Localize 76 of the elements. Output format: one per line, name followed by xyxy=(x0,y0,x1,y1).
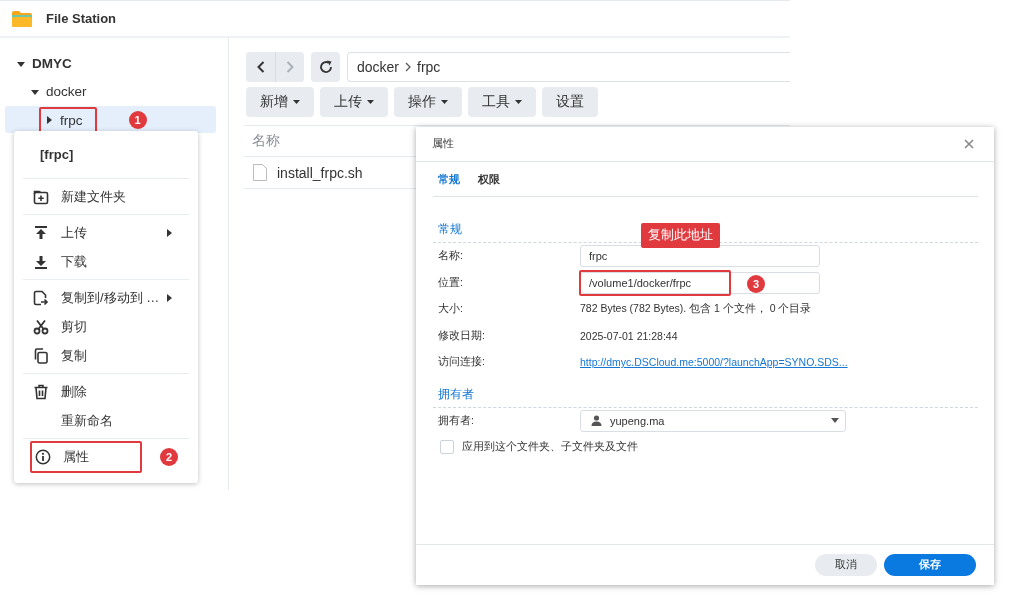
checkbox-label: 应用到这个文件夹、子文件夹及文件 xyxy=(462,440,638,455)
section-heading: 拥有者 xyxy=(433,375,978,408)
chevron-right-icon xyxy=(286,61,294,73)
menu-item[interactable]: 属性 xyxy=(30,440,142,473)
user-icon xyxy=(591,415,602,427)
refresh-icon xyxy=(318,60,333,74)
field-label: 拥有者: xyxy=(438,413,475,428)
dialog-title: 属性 xyxy=(432,137,454,151)
field-label: 位置: xyxy=(438,275,464,290)
caret-right-icon xyxy=(45,116,53,124)
add-folder-icon xyxy=(33,188,49,205)
toolbar-button[interactable]: 上传 xyxy=(320,87,388,117)
submenu-arrow-icon xyxy=(167,228,173,237)
dropdown[interactable]: yupeng.ma xyxy=(580,409,846,432)
copy-icon xyxy=(33,347,49,364)
step-badge: 3 xyxy=(747,274,765,293)
checkbox[interactable] xyxy=(440,440,454,455)
tree-item[interactable]: docker xyxy=(5,78,216,105)
tree-label: frpc xyxy=(60,112,83,128)
path-segment[interactable]: frpc xyxy=(417,59,441,75)
toolbar-button[interactable]: 新增 xyxy=(246,87,314,117)
field-value: 782 Bytes (782 Bytes). 包含 1 个文件， 0 个目录 xyxy=(580,302,812,317)
folder-icon xyxy=(11,9,33,28)
field-value: 2025-07-01 21:28:44 xyxy=(580,329,678,342)
path-field[interactable]: docker frpc xyxy=(347,52,790,82)
menu-item[interactable]: 删除 xyxy=(23,377,87,406)
tree-item[interactable]: DMYC xyxy=(5,50,216,77)
tab[interactable]: 常规 xyxy=(438,172,460,187)
tree-label: DMYC xyxy=(32,56,72,71)
menu-item[interactable]: 剪切 xyxy=(23,312,87,341)
menu-title: [frpc] xyxy=(39,146,75,164)
save-button[interactable]: 保存 xyxy=(884,554,976,576)
refresh-button[interactable] xyxy=(311,52,340,82)
chevron-right-icon xyxy=(405,62,412,72)
menu-item[interactable]: 下载 xyxy=(23,247,87,276)
caret-down-icon xyxy=(367,100,374,104)
menu-item[interactable]: 复制到/移动到 … xyxy=(23,283,160,312)
menu-item[interactable]: 新建文件夹 xyxy=(23,182,126,211)
close-icon xyxy=(964,139,974,149)
menu-item[interactable]: 上传 xyxy=(23,218,87,247)
caret-down-icon xyxy=(293,100,300,104)
download-icon xyxy=(33,253,49,270)
file-name: install_frpc.sh xyxy=(277,164,363,181)
window-title: File Station xyxy=(46,11,117,26)
menu-item[interactable]: 复制 xyxy=(23,341,87,370)
field-label: 访问连接: xyxy=(438,355,486,370)
info-icon xyxy=(35,448,51,465)
close-button[interactable] xyxy=(962,137,976,151)
step-badge: 1 xyxy=(128,110,147,129)
tab[interactable]: 权限 xyxy=(478,172,500,187)
tree-item[interactable]: frpc 1 xyxy=(5,106,216,133)
field-label: 修改日期: xyxy=(438,328,486,343)
annotation-label: 复制此地址 xyxy=(641,222,720,248)
caret-down-icon xyxy=(441,100,448,104)
caret-down-icon xyxy=(17,59,25,68)
toolbar-button[interactable]: 工具 xyxy=(468,87,536,117)
field-label: 名称: xyxy=(438,249,464,264)
toolbar-button[interactable]: 设置 xyxy=(542,87,598,117)
trash-icon xyxy=(33,383,49,400)
path-segment[interactable]: docker xyxy=(357,59,400,75)
chevron-left-icon xyxy=(256,61,265,73)
caret-down-icon xyxy=(31,87,39,96)
step-badge: 2 xyxy=(160,447,178,466)
cancel-button[interactable]: 取消 xyxy=(815,554,877,576)
caret-down-icon xyxy=(831,418,839,424)
upload-icon xyxy=(33,224,49,241)
field-label: 大小: xyxy=(438,302,464,317)
submenu-arrow-icon xyxy=(167,293,173,302)
link[interactable]: http://dmyc.DSCloud.me:5000/?launchApp=SYNO.SDS... xyxy=(580,356,848,369)
file-icon xyxy=(253,164,267,181)
scissors-icon xyxy=(33,318,49,335)
menu-item[interactable]: 重新命名 xyxy=(23,406,113,435)
file-arrow-icon xyxy=(33,289,49,306)
tree-label: docker xyxy=(46,84,87,99)
caret-down-icon xyxy=(515,100,522,104)
toolbar-button[interactable]: 操作 xyxy=(394,87,462,117)
